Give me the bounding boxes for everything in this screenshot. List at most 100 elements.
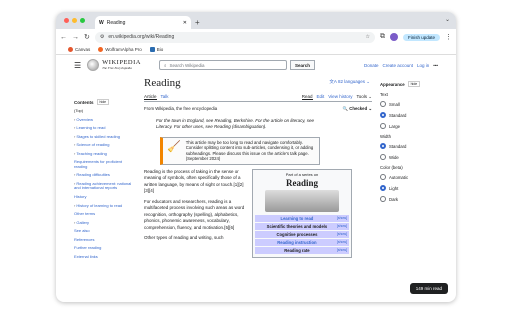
donate-link[interactable]: Donate — [364, 63, 379, 68]
menu-icon[interactable]: ⋮ — [445, 33, 452, 41]
search-input[interactable]: ⌕ Search Wikipedia — [158, 60, 287, 70]
toc-item[interactable]: See also — [74, 229, 136, 233]
show-toggle[interactable]: [show] — [337, 240, 347, 244]
back-icon[interactable]: ← — [60, 34, 67, 41]
toc-item[interactable]: History — [74, 194, 136, 199]
toc-item[interactable]: ›History of learning to read — [74, 203, 136, 208]
bookmarks-bar: Canvas WolframAlpha Pro Bio — [56, 45, 456, 55]
tab-read[interactable]: Read — [301, 94, 313, 100]
toc-item[interactable]: Other terms — [74, 211, 136, 216]
radio-icon[interactable] — [380, 196, 386, 202]
infobox-row[interactable]: Scientific theories and models [show] — [255, 222, 349, 230]
toc-item[interactable]: ›Teaching reading — [74, 151, 136, 156]
address-bar[interactable]: ⚙ en.wikipedia.org/wiki/Reading ☆ — [94, 31, 375, 43]
hatnote: For the town in England, see Reading, Be… — [156, 118, 314, 129]
toc-item[interactable]: ›Reading achievement: national and inter… — [74, 181, 136, 191]
toc-item[interactable]: ›Stages to skilled reading — [74, 134, 136, 139]
bookmark-item[interactable]: WolframAlpha Pro — [98, 47, 142, 52]
minimize-window-button[interactable] — [72, 18, 77, 23]
appearance-hide-button[interactable]: hide — [407, 81, 421, 87]
toc-item[interactable]: Further reading — [74, 246, 136, 250]
series-infobox: Part of a series on Reading Learning to … — [252, 168, 352, 258]
radio-icon[interactable] — [380, 185, 386, 191]
toc-item[interactable]: ›Reading difficulties — [74, 173, 136, 177]
tab-edit[interactable]: Edit — [317, 94, 325, 100]
length-notice: 🧹 This article may be too long to read a… — [160, 136, 320, 165]
reading-time-toast: 149 min read — [409, 283, 448, 294]
toc-item[interactable]: (Top) — [74, 108, 136, 113]
forward-icon[interactable]: → — [72, 34, 79, 41]
radio-icon[interactable] — [380, 123, 386, 129]
checked-badge[interactable]: 🔍 Checked ⌄ — [343, 106, 372, 112]
bookmark-item[interactable]: Canvas — [68, 47, 90, 52]
tab-talk[interactable]: Talk — [161, 94, 169, 100]
radio-option[interactable]: Small — [380, 101, 438, 107]
reload-icon[interactable]: ↻ — [84, 33, 90, 41]
bio-icon — [149, 47, 155, 52]
radio-icon[interactable] — [380, 174, 386, 180]
infobox-row[interactable]: Cognitive processes [show] — [255, 230, 349, 238]
radio-icon[interactable] — [380, 154, 386, 160]
site-info-icon[interactable]: ⚙ — [100, 34, 104, 40]
more-icon[interactable]: ••• — [433, 63, 438, 68]
radio-icon[interactable] — [380, 143, 386, 149]
search-icon: ⌕ — [163, 62, 167, 68]
color-label: Color (beta) — [380, 165, 403, 170]
paragraph: Other types of reading and writing, such — [144, 235, 224, 241]
globe-icon — [87, 59, 100, 71]
maximize-window-button[interactable] — [80, 18, 85, 23]
browser-window: W Reading ✕ + ⌄ ← → ↻ ⚙ en.wikipedia.org… — [56, 12, 456, 302]
profile-avatar[interactable] — [389, 33, 398, 41]
toc-item[interactable]: External links — [74, 254, 136, 259]
wolfram-icon — [98, 47, 104, 52]
radio-option[interactable]: Dark — [380, 196, 438, 202]
create-account-link[interactable]: Create account — [382, 63, 413, 68]
infobox-image[interactable] — [265, 189, 339, 212]
infobox-row[interactable]: Reading instruction [show] — [255, 238, 349, 246]
toc-item[interactable]: ›Overview — [74, 117, 136, 122]
radio-option[interactable]: Standard — [380, 143, 438, 149]
languages-button[interactable]: 文A 82 languages ⌄ — [329, 79, 370, 85]
show-toggle[interactable]: [show] — [337, 232, 347, 236]
toc-item[interactable]: ›Science of reading — [74, 143, 136, 147]
close-window-button[interactable] — [64, 18, 69, 23]
toc-item[interactable]: ›Gallery — [74, 220, 136, 225]
bookmark-star-icon[interactable]: ☆ — [365, 34, 369, 40]
search-button[interactable]: Search — [289, 60, 315, 70]
close-tab-icon[interactable]: ✕ — [183, 20, 187, 26]
infobox-row[interactable]: Reading rate [show] — [255, 246, 349, 254]
show-toggle[interactable]: [show] — [337, 248, 347, 252]
browser-tab[interactable]: W Reading ✕ — [95, 16, 191, 29]
login-link[interactable]: Log in — [417, 63, 429, 68]
radio-icon[interactable] — [380, 112, 386, 118]
tab-title: Reading — [106, 19, 126, 26]
show-toggle[interactable]: [show] — [337, 216, 347, 220]
header-links: Donate Create account Log in ••• — [364, 63, 438, 68]
finish-update-button[interactable]: Finish update — [402, 33, 440, 41]
bookmark-item[interactable]: Bio — [149, 47, 163, 52]
radio-icon[interactable] — [380, 101, 386, 107]
radio-option[interactable]: Light — [380, 185, 438, 191]
toc-hide-button[interactable]: hide — [96, 99, 110, 105]
wikipedia-logo[interactable]: WIKIPEDIA The Free Encyclopedia — [87, 59, 141, 71]
radio-option[interactable]: Standard — [380, 112, 438, 118]
toc-item[interactable]: ›Learning to read — [74, 125, 136, 130]
new-tab-button[interactable]: + — [195, 18, 200, 27]
infobox-row[interactable]: Learning to read [show] — [255, 214, 349, 222]
main-menu-icon[interactable]: ☰ — [74, 61, 81, 70]
extensions-icon[interactable]: ⧉ — [380, 33, 385, 41]
from-wikipedia: From Wikipedia, the free encyclopedia — [144, 106, 218, 111]
browser-toolbar: ← → ↻ ⚙ en.wikipedia.org/wiki/Reading ☆ … — [56, 29, 456, 45]
tab-article[interactable]: Article — [144, 94, 157, 100]
toc-item[interactable]: Requirements for proficient reading — [74, 160, 136, 169]
show-toggle[interactable]: [show] — [337, 224, 347, 228]
radio-option[interactable]: Automatic — [380, 174, 438, 180]
radio-option[interactable]: Wide — [380, 154, 438, 160]
infobox-part-of: Part of a series on — [285, 171, 319, 177]
toc-item[interactable]: References — [74, 237, 136, 242]
tab-search-icon[interactable]: ⌄ — [445, 16, 450, 23]
wikipedia-page: ☰ WIKIPEDIA The Free Encyclopedia ⌕ Searc… — [56, 55, 456, 302]
radio-option[interactable]: Large — [380, 123, 438, 129]
tools-menu[interactable]: Tools ⌄ — [356, 94, 372, 100]
tab-history[interactable]: View history — [328, 94, 352, 100]
